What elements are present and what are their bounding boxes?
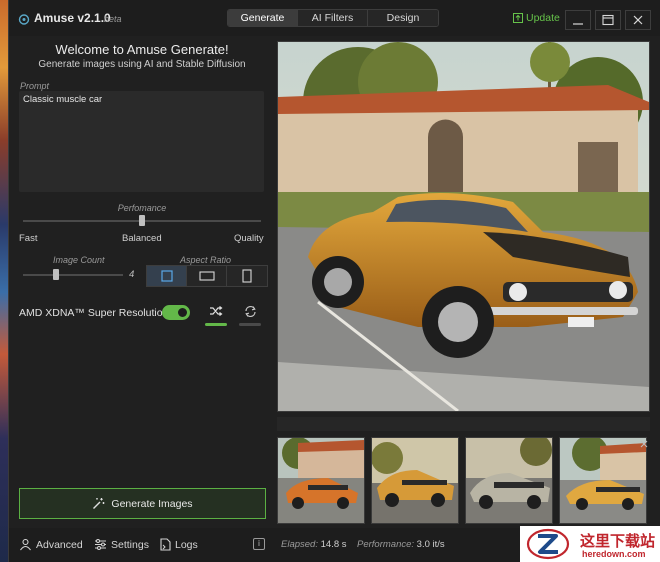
maximize-button[interactable] — [595, 10, 621, 30]
aspect-landscape-button[interactable] — [187, 266, 227, 286]
xdna-super-resolution-label: AMD XDNA™ Super Resolution — [19, 307, 169, 319]
image-count-label: Image Count — [53, 255, 105, 265]
generate-panel: Welcome to Amuse Generate! Generate imag… — [9, 36, 275, 526]
refresh-icon — [244, 305, 256, 317]
performance-label: Perfomance — [117, 203, 167, 213]
logs-icon — [160, 538, 171, 551]
shuffle-icon — [210, 306, 223, 316]
settings-button[interactable]: Settings — [94, 538, 149, 551]
random-seed-indicator — [205, 323, 227, 326]
preview-scrollbar[interactable] — [277, 417, 650, 431]
tab-generate[interactable]: Generate — [228, 10, 298, 26]
performance-stat-value: 3.0 it/s — [416, 539, 445, 550]
performance-stat: Performance: 3.0 it/s — [357, 539, 445, 550]
prompt-input[interactable]: Classic muscle car — [19, 91, 264, 192]
thumbnail-image — [466, 438, 552, 523]
image-count-slider-track[interactable] — [23, 274, 123, 276]
advanced-label: Advanced — [36, 538, 83, 551]
generate-images-button[interactable]: Generate Images — [19, 488, 266, 519]
elapsed-label: Elapsed: — [281, 539, 318, 550]
close-icon — [633, 15, 643, 25]
logs-label: Logs — [175, 538, 198, 551]
settings-icon — [95, 539, 106, 550]
image-count-slider-thumb[interactable] — [53, 269, 59, 280]
advanced-icon — [20, 538, 31, 551]
close-icon — [640, 440, 648, 448]
app-window: Amuse v2.1.0 beta Generate AI Filters De… — [8, 0, 660, 562]
tab-ai-filters[interactable]: AI Filters — [298, 10, 368, 26]
magic-wand-icon — [93, 498, 105, 509]
prompt-label: Prompt — [20, 81, 50, 91]
aspect-ratio-label: Aspect Ratio — [180, 255, 232, 265]
performance-stat-label: Performance: — [357, 539, 415, 550]
image-count-value: 4 — [129, 269, 135, 280]
reset-seed-button[interactable] — [238, 300, 262, 322]
reset-seed-indicator — [239, 323, 261, 326]
thumbnail[interactable] — [465, 437, 553, 524]
generated-image-preview[interactable] — [277, 41, 650, 412]
update-label: Update — [526, 12, 560, 24]
toggle-knob — [178, 308, 187, 317]
close-button[interactable] — [625, 10, 651, 30]
aspect-portrait-button[interactable] — [227, 266, 267, 286]
update-icon — [513, 13, 523, 23]
clear-thumbnails-button[interactable] — [637, 437, 651, 451]
info-icon[interactable]: i — [253, 538, 265, 550]
thumbnail-image — [372, 438, 458, 523]
random-seed-button[interactable] — [204, 300, 228, 322]
app-logo-icon — [18, 14, 30, 25]
update-button[interactable]: Update — [513, 12, 560, 24]
performance-quality-label: Quality — [234, 233, 264, 244]
watermark-chinese-text: 这里下载站 — [580, 533, 656, 550]
square-ratio-icon — [160, 270, 173, 282]
welcome-subtitle: Generate images using AI and Stable Diff… — [38, 59, 246, 70]
app-title: Amuse v2.1.0 — [34, 11, 111, 25]
muscle-car-image — [278, 42, 649, 411]
aspect-square-button[interactable] — [147, 266, 187, 286]
thumbnail-strip — [277, 434, 660, 526]
minimize-button[interactable] — [565, 10, 591, 30]
elapsed-stat: Elapsed: 14.8 s — [281, 539, 347, 550]
generate-images-label: Generate Images — [111, 497, 193, 510]
settings-label: Settings — [111, 538, 149, 551]
performance-slider-thumb[interactable] — [139, 215, 145, 226]
aspect-ratio-selector — [146, 265, 268, 287]
logs-button[interactable]: Logs — [159, 538, 198, 551]
watermark-logo — [526, 528, 570, 560]
thumbnail-image — [278, 438, 364, 523]
site-watermark: 这里下载站 heredown.com — [520, 526, 660, 562]
thumbnail[interactable] — [559, 437, 647, 524]
advanced-button[interactable]: Advanced — [19, 538, 83, 551]
portrait-ratio-icon — [242, 269, 252, 283]
app-beta-label: beta — [104, 14, 122, 24]
title-bar: Amuse v2.1.0 beta Generate AI Filters De… — [9, 0, 660, 36]
performance-fast-label: Fast — [19, 233, 38, 244]
thumbnail[interactable] — [371, 437, 459, 524]
main-tabs: Generate AI Filters Design — [227, 9, 439, 27]
performance-balanced-label: Balanced — [122, 233, 162, 244]
thumbnail[interactable] — [277, 437, 365, 524]
minimize-icon — [573, 23, 583, 25]
thumbnail-image — [560, 438, 646, 523]
xdna-super-resolution-toggle[interactable] — [162, 305, 190, 320]
welcome-heading: Welcome to Amuse Generate! — [55, 42, 229, 57]
maximize-icon — [602, 14, 614, 26]
landscape-ratio-icon — [198, 271, 215, 281]
tab-design[interactable]: Design — [368, 10, 438, 26]
watermark-domain-text: heredown.com — [582, 549, 646, 559]
elapsed-value: 14.8 s — [320, 539, 347, 550]
